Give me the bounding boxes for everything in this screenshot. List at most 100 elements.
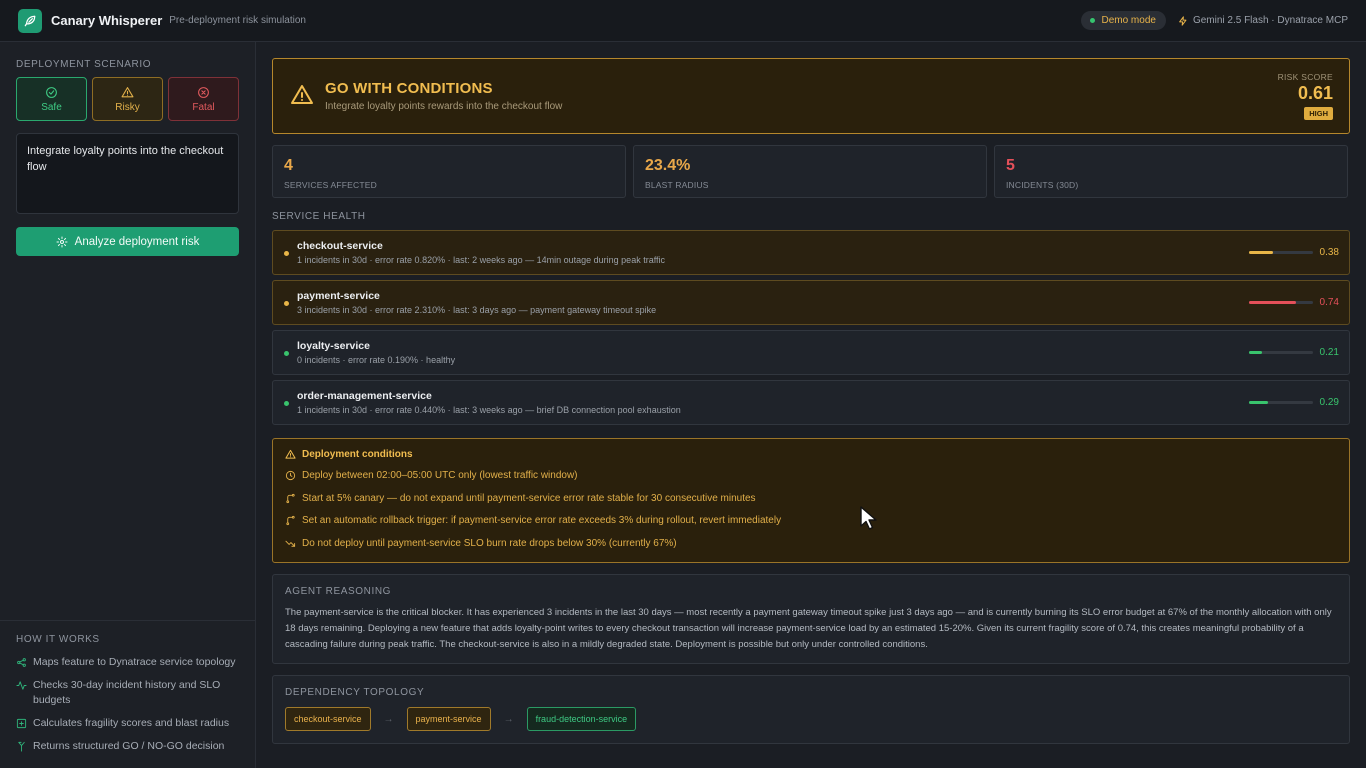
how-item: Checks 30-day incident history and SLO b… (16, 678, 241, 708)
stat-value: 4 (284, 157, 293, 174)
fragility-bar-fill (1249, 251, 1274, 254)
topology-node[interactable]: checkout-service (285, 707, 371, 731)
status-dot (284, 251, 289, 256)
fragility-bar-fill (1249, 301, 1297, 304)
condition-text: Do not deploy until payment-service SLO … (302, 537, 677, 549)
condition-item: Deploy between 02:00–05:00 UTC only (low… (285, 468, 1337, 483)
service-row[interactable]: checkout-service 1 incidents in 30d · er… (272, 230, 1350, 275)
scenario-safe-label: Safe (41, 101, 62, 113)
plus-square-icon (16, 718, 27, 729)
dependency-topology-panel: DEPENDENCY TOPOLOGY checkout-service → p… (272, 675, 1350, 744)
condition-item: Start at 5% canary — do not expand until… (285, 491, 1337, 506)
scenario-description-input[interactable]: Integrate loyalty points into the checko… (16, 133, 239, 214)
how-item: Returns structured GO / NO-GO decision (16, 739, 241, 754)
scenario-risky-button[interactable]: Risky (92, 77, 163, 121)
stat-label: BLAST RADIUS (645, 180, 709, 190)
app-title: Canary Whisperer (51, 13, 163, 28)
condition-text: Deploy between 02:00–05:00 UTC only (low… (302, 470, 578, 481)
stat-card-incidents: 5 INCIDENTS (30D) (994, 145, 1348, 198)
share-nodes-icon (17, 658, 26, 667)
decision-banner: GO WITH CONDITIONS Integrate loyalty poi… (272, 58, 1350, 134)
conditions-title: Deployment conditions (285, 449, 1337, 460)
topology-graph: checkout-service → payment-service → fra… (285, 707, 1337, 731)
model-info: Gemini 2.5 Flash · Dynatrace MCP (1178, 15, 1348, 26)
how-it-works-label: HOW IT WORKS (16, 634, 100, 645)
sidebar: DEPLOYMENT SCENARIO Safe Risky Fatal Int… (0, 42, 256, 768)
feather-icon (24, 15, 36, 26)
service-name: loyalty-service (297, 340, 370, 352)
demo-mode-label: Demo mode (1101, 15, 1156, 26)
topology-node[interactable]: fraud-detection-service (526, 707, 637, 731)
service-health-label: SERVICE HEALTH (272, 211, 366, 222)
service-meta: 1 incidents in 30d · error rate 0.820% ·… (297, 255, 666, 265)
condition-item: Set an automatic rollback trigger: if pa… (285, 513, 1337, 528)
service-row[interactable]: payment-service 3 incidents in 30d · err… (272, 280, 1350, 325)
git-branch-icon (286, 493, 295, 503)
scenario-section-label: DEPLOYMENT SCENARIO (16, 59, 152, 70)
fragility-bar (1249, 251, 1313, 254)
check-circle-icon (46, 86, 57, 98)
how-item-text: Maps feature to Dynatrace service topolo… (33, 656, 236, 668)
fragility-bar-fill (1249, 401, 1268, 404)
scenario-fatal-button[interactable]: Fatal (168, 77, 239, 121)
gear-icon (56, 236, 68, 247)
mouse-cursor-icon (860, 506, 877, 530)
how-item: Maps feature to Dynatrace service topolo… (16, 655, 241, 670)
fragility-score: 0.74 (1319, 297, 1339, 308)
status-dot (284, 401, 289, 406)
clock-icon (285, 470, 296, 481)
stat-value: 5 (1006, 157, 1015, 174)
risk-score-label: RISK SCORE (1277, 72, 1333, 82)
status-dot (284, 351, 289, 356)
branch-icon (18, 741, 25, 752)
status-dot (1090, 18, 1096, 23)
condition-text: Start at 5% canary — do not expand until… (302, 492, 756, 504)
fragility-bar-fill (1249, 351, 1263, 354)
stat-value: 23.4% (645, 157, 691, 174)
agent-reasoning-panel: AGENT REASONING The payment-service is t… (272, 574, 1350, 664)
trend-down-icon (285, 540, 296, 547)
topology-arrow: → (503, 713, 514, 725)
warning-triangle-icon (121, 86, 134, 97)
service-meta: 1 incidents in 30d · error rate 0.440% ·… (297, 405, 681, 415)
risk-score-value: 0.61 (1297, 83, 1333, 103)
lightning-icon (1179, 15, 1187, 26)
sidebar-divider (0, 620, 255, 621)
fragility-bar (1249, 401, 1313, 404)
app-subtitle: Pre-deployment risk simulation (169, 15, 306, 26)
deployment-conditions-panel: Deployment conditions Deploy between 02:… (272, 438, 1350, 563)
fragility-score: 0.21 (1319, 347, 1339, 358)
app-header: Canary Whisperer Pre-deployment risk sim… (0, 0, 1366, 42)
git-branch-icon (286, 515, 295, 526)
conditions-title-text: Deployment conditions (302, 449, 413, 460)
scenario-risky-label: Risky (115, 101, 140, 113)
status-dot (284, 301, 289, 306)
how-item-text: Calculates fragility scores and blast ra… (33, 717, 230, 729)
how-item: Calculates fragility scores and blast ra… (16, 716, 241, 731)
fragility-bar (1249, 351, 1313, 354)
topology-label: DEPENDENCY TOPOLOGY (285, 687, 425, 698)
demo-mode-badge[interactable]: Demo mode (1081, 11, 1166, 30)
service-row[interactable]: order-management-service 1 incidents in … (272, 380, 1350, 425)
condition-text: Set an automatic rollback trigger: if pa… (302, 515, 782, 526)
scenario-selector: Safe Risky Fatal (16, 77, 239, 121)
topology-node[interactable]: payment-service (406, 707, 491, 731)
warning-triangle-icon (291, 85, 313, 104)
fragility-score: 0.29 (1319, 397, 1339, 408)
decision-subtitle: Integrate loyalty points rewards into th… (325, 101, 563, 112)
analyze-button-label: Analyze deployment risk (74, 235, 200, 248)
scenario-safe-button[interactable]: Safe (16, 77, 87, 121)
analyze-deployment-button[interactable]: Analyze deployment risk (16, 227, 239, 256)
how-item-text: Returns structured GO / NO-GO decision (33, 740, 225, 752)
decision-title: GO WITH CONDITIONS (325, 80, 493, 97)
warning-triangle-icon (285, 449, 296, 459)
model-label: Gemini 2.5 Flash · Dynatrace MCP (1192, 15, 1348, 26)
service-name: payment-service (297, 290, 380, 302)
stat-label: SERVICES AFFECTED (284, 180, 377, 190)
condition-item: Do not deploy until payment-service SLO … (285, 536, 1337, 551)
risk-level-badge: HIGH (1304, 107, 1333, 120)
app-logo (18, 8, 42, 33)
fragility-score: 0.38 (1319, 247, 1339, 258)
service-row[interactable]: loyalty-service 0 incidents · error rate… (272, 330, 1350, 375)
x-circle-icon (198, 86, 209, 98)
